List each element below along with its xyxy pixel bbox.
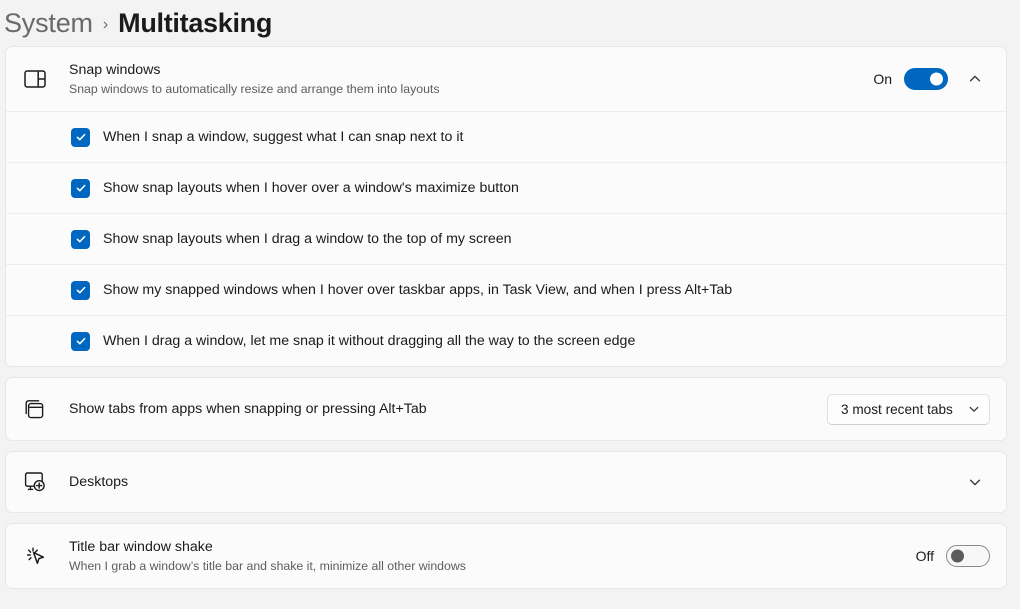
title-bar-shake-text: Title bar window shake When I grab a win…	[58, 538, 916, 575]
show-tabs-controls: 3 most recent tabs	[827, 393, 990, 425]
title-bar-shake-card: Title bar window shake When I grab a win…	[5, 523, 1007, 589]
new-desktop-icon	[24, 472, 58, 492]
settings-page: System › Multitasking Snap windows Snap …	[0, 0, 1020, 609]
snap-option-label: When I snap a window, suggest what I can…	[103, 128, 464, 145]
show-tabs-dropdown-value: 3 most recent tabs	[841, 401, 953, 417]
snap-windows-title: Snap windows	[69, 61, 161, 78]
checkbox-checked-icon[interactable]	[71, 331, 90, 351]
snap-option-row[interactable]: Show snap layouts when I hover over a wi…	[6, 162, 1006, 213]
snap-windows-toggle[interactable]	[904, 68, 948, 90]
title-bar-shake-toggle-label: Off	[915, 548, 934, 564]
snap-option-row[interactable]: Show snap layouts when I drag a window t…	[6, 213, 1006, 264]
snap-windows-controls: On	[873, 64, 990, 94]
snap-windows-subtitle: Snap windows to automatically resize and…	[69, 81, 440, 96]
snap-option-label: Show my snapped windows when I hover ove…	[103, 281, 733, 298]
show-tabs-card: Show tabs from apps when snapping or pre…	[5, 377, 1007, 441]
breadcrumb-parent-system[interactable]: System	[4, 8, 93, 39]
title-bar-shake-title: Title bar window shake	[69, 538, 213, 555]
snap-option-row[interactable]: When I drag a window, let me snap it wit…	[6, 315, 1006, 366]
chevron-down-icon	[968, 403, 980, 415]
checkbox-checked-icon[interactable]	[71, 229, 90, 249]
snap-option-label: Show snap layouts when I drag a window t…	[103, 230, 512, 247]
show-tabs-text: Show tabs from apps when snapping or pre…	[58, 400, 827, 419]
cursor-shake-icon	[24, 544, 58, 568]
desktops-text: Desktops	[58, 473, 960, 492]
settings-card-stack: Snap windows Snap windows to automatical…	[0, 46, 1020, 589]
chevron-up-icon[interactable]	[960, 64, 990, 94]
snap-option-label: Show snap layouts when I hover over a wi…	[103, 179, 519, 196]
snap-option-label: When I drag a window, let me snap it wit…	[103, 332, 636, 349]
show-tabs-title: Show tabs from apps when snapping or pre…	[69, 400, 427, 417]
desktops-controls	[960, 467, 990, 497]
desktops-row[interactable]: Desktops	[6, 452, 1006, 512]
desktops-title: Desktops	[69, 473, 129, 490]
snap-windows-text: Snap windows Snap windows to automatical…	[58, 61, 873, 98]
snap-windows-header-row[interactable]: Snap windows Snap windows to automatical…	[6, 47, 1006, 111]
snap-windows-toggle-label: On	[873, 71, 892, 87]
chevron-down-icon[interactable]	[960, 467, 990, 497]
checkbox-checked-icon[interactable]	[71, 280, 90, 300]
checkbox-checked-icon[interactable]	[71, 178, 90, 198]
toggle-knob	[930, 72, 943, 86]
snap-option-row[interactable]: Show my snapped windows when I hover ove…	[6, 264, 1006, 315]
show-tabs-dropdown[interactable]: 3 most recent tabs	[827, 393, 990, 425]
title-bar-shake-subtitle: When I grab a window’s title bar and sha…	[69, 558, 466, 573]
toggle-knob	[951, 549, 964, 563]
page-title: Multitasking	[118, 7, 273, 38]
breadcrumb-separator-icon: ›	[102, 15, 109, 33]
title-bar-shake-toggle[interactable]	[946, 545, 990, 567]
snap-layout-icon	[24, 70, 58, 88]
checkbox-checked-icon[interactable]	[71, 127, 90, 147]
snap-windows-card: Snap windows Snap windows to automatical…	[5, 46, 1007, 367]
show-tabs-row: Show tabs from apps when snapping or pre…	[6, 378, 1006, 440]
title-bar-shake-controls: Off	[916, 545, 990, 567]
desktops-card: Desktops	[5, 451, 1007, 513]
stacked-windows-icon	[24, 399, 58, 420]
breadcrumb: System › Multitasking	[0, 0, 1020, 46]
title-bar-shake-row: Title bar window shake When I grab a win…	[6, 524, 1006, 588]
snap-option-row[interactable]: When I snap a window, suggest what I can…	[6, 111, 1006, 162]
